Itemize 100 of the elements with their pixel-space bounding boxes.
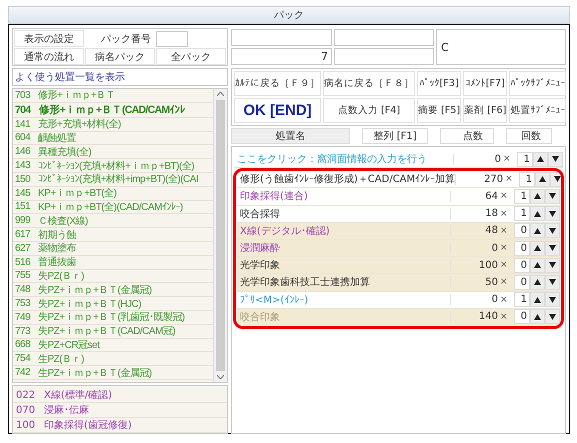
column-header[interactable]: 点数 [440, 128, 494, 144]
window-title: パック [274, 9, 304, 22]
list-header[interactable]: よく使う処置一覧を表示 [12, 68, 228, 86]
all-pack-button[interactable]: 全パック [156, 48, 226, 65]
down-arrow-icon [549, 296, 556, 303]
list-item[interactable]: 022 X線(標準/確認) [13, 388, 227, 403]
count-field[interactable]: 1 [514, 188, 530, 204]
function-button[interactable]: ｺﾒﾝﾄ[F7] [463, 71, 508, 96]
display-settings-button[interactable]: 表示の設定 [14, 30, 84, 47]
text-field[interactable] [334, 29, 434, 46]
increment-button[interactable] [530, 206, 545, 222]
multiply-sign: × [500, 277, 509, 288]
scrollbar[interactable] [213, 89, 227, 382]
increment-button[interactable] [530, 188, 545, 204]
points-value: 50 [450, 276, 500, 288]
function-button[interactable]: 摘要 [F5] [417, 98, 462, 123]
list-item[interactable]: 070 浸麻･伝麻 [13, 403, 227, 418]
function-button[interactable]: 処置ｻﾌﾞﾒﾆｭｰ [509, 98, 566, 123]
multiply-sign: × [500, 208, 509, 219]
decrement-button[interactable] [545, 188, 560, 204]
decrement-button[interactable] [545, 274, 560, 290]
multiply-sign: × [505, 174, 514, 184]
table-row[interactable]: ここをクリック：窩洞面情報の入力を行う 0 × 1 [234, 151, 563, 168]
points-value: 18 [450, 208, 500, 220]
decrement-button[interactable] [545, 292, 560, 308]
points-value: 140 [450, 311, 500, 322]
up-arrow-icon [534, 279, 541, 286]
pack-number-field[interactable] [156, 30, 188, 46]
count-field[interactable]: 0 [514, 309, 530, 324]
table-row[interactable]: 印象採得(連合) 64 × 1 [237, 188, 560, 206]
count-field[interactable]: 1 [514, 292, 530, 308]
list-item[interactable]: 704 修形+ｉｍｐ+ＢＴ(CAD/CAMｲﾝﾚ [13, 102, 213, 118]
points-value: 100 [450, 260, 500, 271]
procedure-name: 修形(う蝕歯ｲﾝﾚｰ修復形成)＋CAD/CAMｲﾝﾚｰ加算 [239, 172, 456, 186]
sort-button[interactable]: 整列 [F1] [362, 128, 428, 144]
table-row[interactable]: 光学印象 100 × 0 [237, 257, 560, 274]
up-arrow-icon [534, 314, 541, 320]
column-header[interactable]: 処置名 [231, 128, 350, 144]
function-button[interactable]: ｶﾙﾃに戻る［Ｆ９］ [234, 71, 321, 96]
count-field[interactable]: 0 [514, 223, 530, 238]
up-arrow-icon [534, 228, 541, 234]
function-button[interactable]: ﾊﾟｯｸ[F3] [417, 71, 462, 96]
decrement-button[interactable] [548, 152, 563, 167]
increment-button[interactable] [530, 292, 545, 308]
count-field[interactable]: 0 [514, 274, 530, 290]
procedure-name: 咬合印象 [239, 310, 281, 324]
down-arrow-icon [549, 262, 556, 268]
increment-button[interactable] [530, 258, 545, 273]
decrement-button[interactable] [545, 309, 560, 324]
up-arrow-icon [534, 210, 541, 217]
table-row[interactable]: 浸潤麻酔 0 × 0 [237, 240, 560, 258]
increment-button[interactable] [535, 172, 550, 187]
decrement-button[interactable] [545, 258, 560, 273]
multiply-sign: × [503, 154, 512, 164]
list-item[interactable]: 100 印象採得(歯冠修復) [13, 418, 227, 433]
decrement-button[interactable] [550, 172, 561, 187]
decrement-button[interactable] [545, 240, 560, 256]
table-row[interactable]: 光学印象歯科技工士連携加算 50 × 0 [237, 274, 560, 292]
text-field[interactable]: C [436, 29, 566, 65]
table-row[interactable]: 咬合印象 140 × 0 [237, 308, 560, 326]
multiply-sign: × [500, 312, 509, 322]
down-arrow-icon [549, 228, 556, 234]
count-field[interactable]: 1 [517, 152, 533, 167]
count-field[interactable]: 0 [514, 258, 530, 273]
points-value: 0 [450, 294, 500, 306]
multiply-sign: × [500, 243, 509, 254]
down-arrow-icon [549, 279, 556, 286]
table-row[interactable]: X線(デジタル･確認) 48 × 0 [237, 222, 560, 240]
function-button[interactable]: 薬剤 [F6] [463, 98, 508, 123]
function-button[interactable]: ﾊﾟｯｸｻﾌﾞﾒﾆｭｰ [509, 71, 566, 96]
function-button[interactable]: 病名に戻る［Ｆ８］ [323, 71, 415, 96]
increment-button[interactable] [530, 274, 545, 290]
down-arrow-icon [552, 156, 559, 162]
down-arrow-icon [554, 176, 561, 182]
procedure-name: 光学印象 [239, 258, 281, 272]
increment-button[interactable] [530, 223, 545, 238]
text-field[interactable] [334, 48, 434, 65]
count-field[interactable]: 1 [519, 172, 536, 187]
increment-button[interactable] [530, 240, 545, 256]
up-caret-icon [217, 92, 224, 96]
column-header[interactable]: 回数 [506, 128, 552, 144]
decrement-button[interactable] [545, 223, 560, 238]
table-row[interactable]: 修形(う蝕歯ｲﾝﾚｰ修復形成)＋CAD/CAMｲﾝﾚｰ加算 270 × 1 [237, 171, 560, 188]
count-field[interactable]: 1 [514, 206, 530, 222]
normal-flow-button[interactable]: 通常の流れ [14, 48, 84, 65]
points-value: 48 [450, 225, 500, 236]
increment-button[interactable] [530, 309, 545, 324]
points-value: 0 [450, 242, 500, 254]
function-button[interactable]: 点数入力 [F4] [323, 98, 415, 123]
decrement-button[interactable] [545, 206, 560, 222]
disease-pack-button[interactable]: 病名パック [85, 48, 155, 65]
multiply-sign: × [500, 294, 509, 305]
ok-button[interactable]: OK [END] [234, 98, 321, 123]
text-field[interactable] [231, 29, 332, 46]
increment-button[interactable] [533, 152, 548, 167]
count-field[interactable]: 0 [514, 240, 530, 256]
down-arrow-icon [549, 245, 556, 252]
up-arrow-icon [534, 262, 541, 268]
down-arrow-icon [549, 193, 556, 200]
text-field[interactable]: 7 [231, 48, 332, 65]
